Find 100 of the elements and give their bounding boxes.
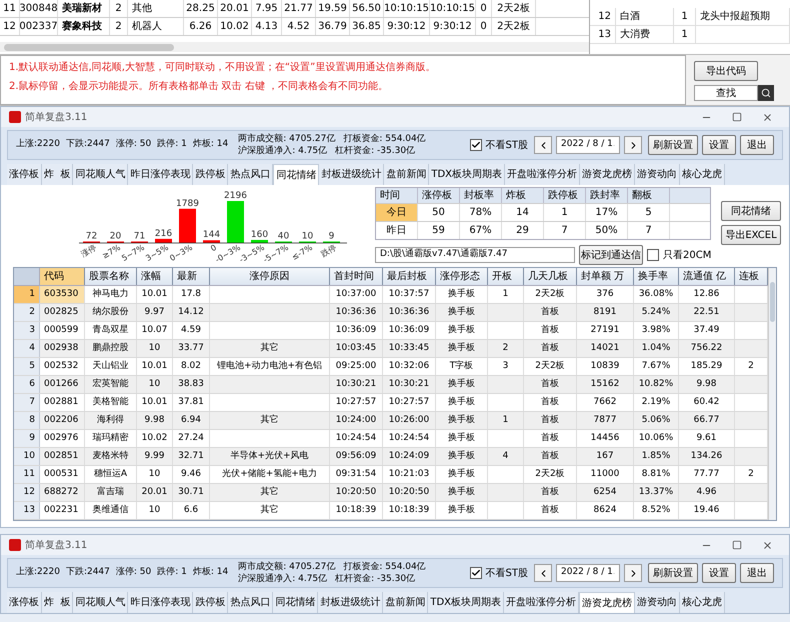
horizontal-scrollbar[interactable] — [0, 42, 589, 52]
column-header[interactable]: 涨幅 — [137, 268, 173, 285]
button[interactable]: 刷新设置 — [648, 135, 698, 155]
button[interactable]: 退出 — [740, 135, 774, 155]
tab[interactable]: 开盘啦涨停分析 — [504, 592, 580, 613]
button[interactable]: 设置 — [702, 563, 736, 583]
row-number[interactable]: 11 — [14, 466, 40, 483]
checkbox[interactable] — [647, 249, 659, 261]
column-header[interactable]: 封单额 万 — [577, 268, 634, 285]
column-header[interactable]: 涨停原因 — [210, 268, 330, 285]
tab[interactable]: 封板进级统计 — [318, 592, 384, 613]
column-header[interactable]: 最后封板 — [383, 268, 436, 285]
checkbox[interactable] — [470, 567, 482, 579]
column-header[interactable]: 代码 — [40, 268, 85, 285]
row-number[interactable]: 13 — [14, 502, 40, 519]
close-icon[interactable] — [762, 112, 773, 122]
row-number[interactable]: 3 — [14, 322, 40, 339]
row-number[interactable]: 1 — [14, 286, 40, 303]
tab[interactable]: 热点风口 — [228, 592, 274, 613]
market-stat: 两市成交额: 4705.27亿 — [238, 133, 336, 145]
button[interactable]: 导出EXCEL — [721, 225, 781, 245]
button[interactable]: 设置 — [702, 135, 736, 155]
tab[interactable]: 昨日涨停表现 — [128, 592, 194, 613]
row-number[interactable]: 6 — [14, 376, 40, 393]
column-header[interactable]: 最新 — [173, 268, 210, 285]
search-icon[interactable] — [758, 85, 774, 101]
table-cell: 185.29 — [679, 358, 735, 375]
table-cell: 1 — [674, 26, 696, 43]
tab[interactable]: 盘前新闻 — [384, 164, 430, 185]
tab[interactable]: 跌停板 — [193, 164, 228, 185]
previous-button[interactable] — [534, 564, 552, 582]
column-header[interactable]: 流通值 亿 — [679, 268, 735, 285]
button[interactable]: 同花情绪 — [721, 201, 781, 221]
row-number[interactable]: 2 — [14, 304, 40, 321]
tab[interactable]: 昨日涨停表现 — [128, 164, 194, 185]
row-number[interactable]: 12 — [14, 484, 40, 501]
path-field[interactable]: D:\股\通霸版v7.47\通霸版7.47 — [375, 247, 575, 263]
table-cell[interactable]: 昨日 — [376, 222, 418, 239]
table-cell: 688272 — [40, 484, 85, 501]
tab[interactable]: 同花顺人气 — [73, 592, 128, 613]
table-cell[interactable]: 今日 — [376, 204, 418, 221]
tab[interactable]: 同花情绪 — [273, 592, 318, 613]
tab[interactable]: 涨停板 — [7, 592, 42, 613]
date-field[interactable]: 2022 / 8 / 1 — [556, 136, 620, 154]
table-cell: 27191 — [577, 322, 634, 339]
previous-button[interactable] — [534, 136, 552, 154]
tab[interactable]: TDX板块周期表 — [428, 592, 504, 613]
row-number[interactable]: 5 — [14, 358, 40, 375]
table-cell: 天山铝业 — [85, 358, 137, 375]
button[interactable]: 退出 — [740, 563, 774, 583]
tab[interactable]: 同花情绪 — [273, 164, 320, 185]
tab[interactable]: 游资龙虎榜 — [579, 592, 636, 613]
checkbox[interactable] — [470, 139, 482, 151]
button[interactable]: 标记到通达信 — [579, 245, 643, 265]
column-header[interactable]: 换手率 — [634, 268, 679, 285]
row-number[interactable]: 9 — [14, 430, 40, 447]
value-label: 9 — [328, 232, 334, 242]
tab[interactable]: 热点风口 — [228, 164, 274, 185]
date-field[interactable]: 2022 / 8 / 1 — [556, 564, 620, 582]
tab[interactable]: 炸 板 — [42, 592, 74, 613]
column-header[interactable]: 涨停形态 — [436, 268, 488, 285]
row-number[interactable]: 7 — [14, 394, 40, 411]
column-header[interactable]: 几天几板 — [524, 268, 577, 285]
close-icon[interactable] — [762, 540, 773, 550]
column-header[interactable]: 首封时间 — [330, 268, 383, 285]
table-cell: 美格智能 — [85, 394, 137, 411]
button[interactable]: 导出代码 — [694, 61, 758, 81]
tab[interactable]: 游资龙虎榜 — [580, 164, 636, 185]
maximize-icon[interactable] — [732, 540, 742, 550]
tab[interactable]: 核心龙虎 — [680, 592, 726, 613]
row-number[interactable]: 10 — [14, 448, 40, 465]
tab[interactable]: 盘前新闻 — [383, 592, 428, 613]
table-cell: 10.01 — [137, 358, 173, 375]
column-header[interactable]: 股票名称 — [85, 268, 137, 285]
tab[interactable]: 游资动向 — [635, 164, 680, 185]
column-header[interactable]: 开板 — [488, 268, 524, 285]
button[interactable]: 刷新设置 — [648, 563, 698, 583]
next-button[interactable] — [624, 136, 642, 154]
table-cell: 30.71 — [173, 484, 210, 501]
next-button[interactable] — [624, 564, 642, 582]
tab[interactable]: 封板进级统计 — [319, 164, 384, 185]
tab[interactable]: 涨停板 — [7, 164, 42, 185]
tab[interactable]: 核心龙虎 — [680, 164, 726, 185]
tab[interactable]: 开盘啦涨停分析 — [505, 164, 580, 185]
vertical-scrollbar[interactable] — [768, 268, 776, 520]
table-cell: 首板 — [524, 322, 577, 339]
row-number[interactable]: 8 — [14, 412, 40, 429]
table-cell: 8191 — [577, 304, 634, 321]
tab[interactable]: 同花顺人气 — [73, 164, 128, 185]
tab[interactable]: 跌停板 — [193, 592, 228, 613]
table-cell: 10:10:15 — [430, 0, 476, 17]
tab[interactable]: 炸 板 — [42, 164, 74, 185]
find-button[interactable]: 查找 — [694, 85, 758, 101]
tab[interactable]: 游资动向 — [635, 592, 680, 613]
stat-text: 上涨:2220 — [16, 566, 60, 580]
row-number[interactable]: 4 — [14, 340, 40, 357]
tab[interactable]: TDX板块周期表 — [429, 164, 506, 185]
market-stat: 两市成交额: 4705.27亿 — [238, 561, 336, 573]
table-cell: 56.50 — [350, 0, 384, 17]
maximize-icon[interactable] — [732, 112, 742, 122]
